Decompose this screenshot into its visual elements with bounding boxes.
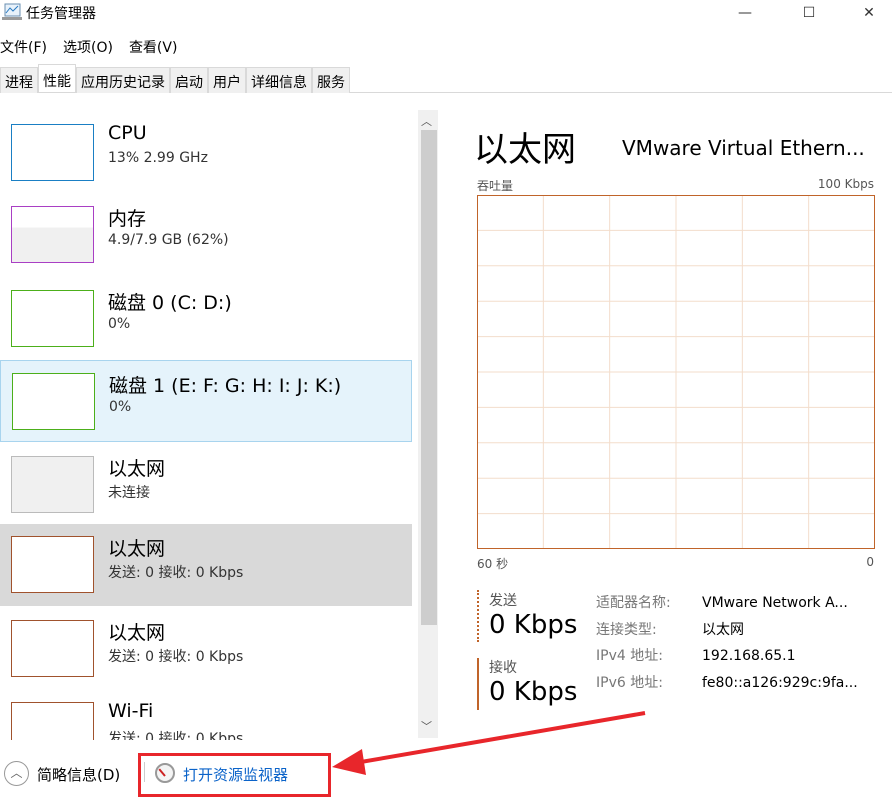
receive-value: 0 Kbps [489, 677, 578, 707]
tab-performance[interactable]: 性能 [38, 64, 76, 92]
item-status: 13% 2.99 GHz [108, 150, 208, 166]
tab-bar: 进程 性能 应用历史记录 启动 用户 详细信息 服务 [0, 64, 892, 93]
properties-keys: 适配器名称: 连接类型: IPv4 地址: IPv6 地址: [596, 590, 671, 696]
maximize-button[interactable]: ☐ [786, 0, 832, 26]
mini-graph [12, 373, 95, 430]
close-button[interactable]: ✕ [846, 0, 892, 26]
receive-label: 接收 [489, 660, 517, 676]
sidebar-item[interactable]: 内存 4.9/7.9 GB (62%) [0, 194, 412, 276]
sidebar-item[interactable]: 以太网 发送: 0 接收: 0 Kbps [0, 608, 412, 690]
annotation-box [138, 753, 331, 797]
sidebar-item[interactable]: 磁盘 1 (E: F: G: H: I: J: K:) 0% [0, 360, 412, 442]
properties-values: VMware Network A... 以太网 192.168.65.1 fe8… [702, 590, 858, 696]
item-status: 发送: 0 接收: 0 Kbps [108, 731, 244, 740]
tab-details[interactable]: 详细信息 [246, 67, 312, 93]
tab-processes[interactable]: 进程 [0, 67, 38, 93]
prop-value: fe80::a126:929c:9fa... [702, 674, 858, 691]
graph-max: 100 Kbps [817, 177, 874, 191]
chevron-up-icon[interactable]: ︿ [4, 761, 29, 786]
item-status: 4.9/7.9 GB (62%) [108, 232, 229, 248]
summary-button[interactable]: 简略信息(D) [37, 764, 120, 785]
prop-key: IPv4 地址: [596, 648, 663, 664]
item-name: 以太网 [108, 538, 166, 560]
mini-graph [11, 206, 94, 263]
mini-graph [11, 620, 94, 677]
mini-graph [11, 536, 94, 593]
sidebar-item[interactable]: 以太网 发送: 0 接收: 0 Kbps [0, 524, 412, 606]
tab-app-history[interactable]: 应用历史记录 [76, 67, 170, 93]
detail-title: 以太网 [474, 130, 576, 170]
item-status: 0% [109, 399, 132, 415]
scroll-up-icon[interactable]: ︿ [421, 113, 432, 129]
item-status: 发送: 0 接收: 0 Kbps [108, 649, 244, 665]
minimize-button[interactable]: — [722, 0, 768, 26]
send-label: 发送 [489, 593, 517, 609]
throughput-graph [477, 195, 875, 549]
item-status: 未连接 [108, 485, 150, 501]
tab-services[interactable]: 服务 [312, 67, 350, 93]
send-indicator [477, 590, 479, 642]
adapter-name: VMware Virtual Ethern... [622, 136, 865, 160]
mini-graph [11, 290, 94, 347]
mini-graph [11, 456, 94, 513]
mini-graph [11, 124, 94, 181]
item-status: 发送: 0 接收: 0 Kbps [108, 565, 244, 581]
receive-indicator [477, 658, 479, 710]
task-manager-icon [2, 3, 22, 20]
menu-bar: 文件(F) 选项(O) 查看(V) [0, 37, 177, 57]
graph-time: 60 秒 [477, 557, 509, 571]
item-name: 磁盘 1 (E: F: G: H: I: J: K:) [109, 375, 342, 397]
mini-graph [11, 702, 94, 740]
prop-value: 192.168.65.1 [702, 648, 796, 664]
sidebar-item[interactable]: CPU 13% 2.99 GHz [0, 112, 412, 194]
window-title: 任务管理器 [26, 6, 96, 22]
tab-users[interactable]: 用户 [208, 67, 246, 93]
item-name: 以太网 [108, 622, 166, 644]
item-name: 磁盘 0 (C: D:) [108, 292, 232, 314]
tab-startup[interactable]: 启动 [170, 67, 208, 93]
scrollbar-thumb[interactable] [421, 130, 437, 625]
graph-label: 吞吐量 [477, 179, 514, 193]
item-name: CPU [108, 122, 147, 144]
prop-key: 连接类型: [596, 621, 657, 638]
item-name: 内存 [108, 208, 147, 230]
send-value: 0 Kbps [489, 610, 578, 640]
item-status: 0% [108, 316, 131, 332]
prop-value: 以太网 [702, 621, 744, 638]
menu-file[interactable]: 文件(F) [0, 37, 47, 57]
item-name: 以太网 [108, 458, 166, 480]
menu-view[interactable]: 查看(V) [129, 37, 178, 57]
graph-min: 0 [866, 555, 874, 569]
prop-key: IPv6 地址: [596, 674, 663, 691]
annotation-arrow [332, 711, 646, 775]
sidebar-item[interactable]: 以太网 未连接 [0, 444, 412, 526]
item-name: Wi-Fi [108, 700, 154, 722]
menu-options[interactable]: 选项(O) [63, 37, 113, 57]
prop-value: VMware Network A... [702, 595, 848, 611]
sidebar-item[interactable]: 磁盘 0 (C: D:) 0% [0, 278, 412, 360]
prop-key: 适配器名称: [596, 595, 671, 611]
